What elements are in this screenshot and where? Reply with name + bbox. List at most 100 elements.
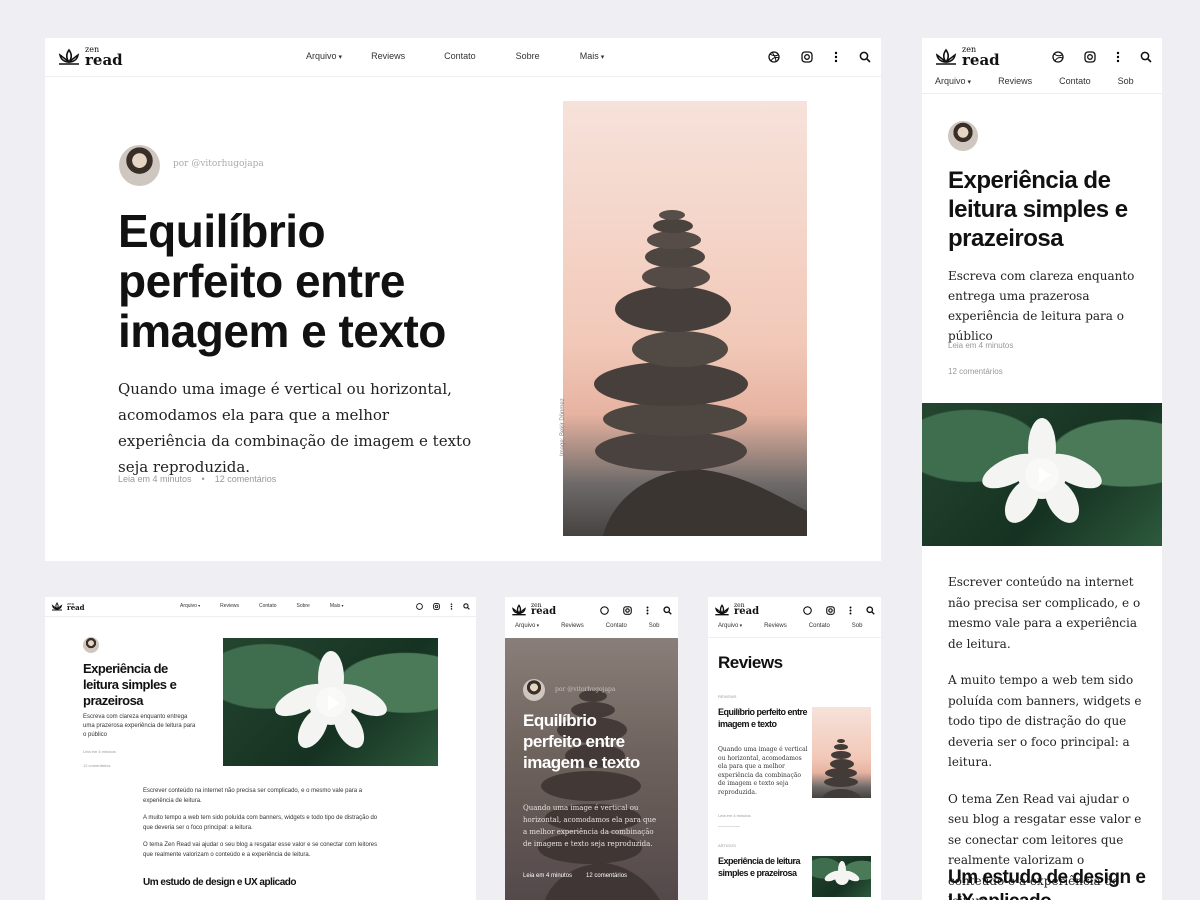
post-title[interactable]: Experiência de leitura simples e prazeir… [83,661,203,709]
mobile-article-card: zenread Arquivo Reviews Contato Sob Expe… [922,38,1162,900]
hero-excerpt: Quando uma image é vertical ou horizonta… [523,804,657,848]
hero-excerpt: Quando uma image é vertical ou horizonta… [118,380,472,476]
play-button-icon[interactable] [1025,457,1059,492]
section-heading: Um estudo de design e UX aplicado [143,877,296,888]
search-icon[interactable] [859,51,871,63]
dribbble-icon[interactable] [600,606,609,615]
read-time: Leia em 4 minutos [523,873,573,879]
search-icon[interactable] [1140,51,1152,63]
mobile-subnav: Arquivo Reviews Contato Sob [505,623,678,638]
nav-arquivo[interactable]: Arquivo [306,51,342,61]
logo[interactable]: zen read [51,601,85,611]
comments-link[interactable]: 12 comentários [215,474,277,484]
search-icon[interactable] [463,603,470,610]
search-icon[interactable] [866,606,875,615]
lotus-logo-icon [51,602,63,611]
logo[interactable]: zen read [934,46,1000,70]
play-button-icon[interactable] [315,687,346,717]
nav-arquivo[interactable]: Arquivo [935,76,971,93]
nav-contato[interactable]: Contato [606,623,627,638]
nav-contato[interactable]: Contato [259,603,277,609]
instagram-icon[interactable] [433,603,440,610]
nav-mais[interactable]: Mais [580,51,605,61]
author-avatar[interactable] [523,679,545,701]
nav-reviews[interactable]: Reviews [371,51,405,61]
video-thumbnail[interactable] [922,403,1162,546]
hero-overlay-image: por @vitorhugojapa Equilíbrio perfeito e… [505,638,678,900]
body-paragraph-2: A muito tempo a web tem sido poluída com… [948,673,1142,769]
search-icon[interactable] [663,606,672,615]
nav-contato[interactable]: Contato [809,623,830,637]
comments-link[interactable]: 12 comentários [948,367,1003,376]
dribbble-icon[interactable] [803,606,812,615]
more-vertical-icon[interactable] [834,51,838,63]
read-time: Leia em 4 minutos [948,341,1014,350]
instagram-icon[interactable] [826,606,835,615]
lotus-logo-icon [58,48,80,65]
instagram-icon[interactable] [623,606,632,615]
list-item-excerpt: Quando uma image é vertical ou horizonta… [718,746,808,796]
nav-sobre[interactable]: Sobre [516,51,540,61]
hero-title[interactable]: Equilíbrio perfeito entre imagem e texto [523,710,658,773]
mobile-overlay-card: zenread Arquivo Reviews Contato Sob por … [505,597,678,900]
post-title[interactable]: Experiência de leitura simples e prazeir… [948,166,1148,253]
nav-arquivo[interactable]: Arquivo [180,603,200,609]
list-item-thumbnail[interactable] [812,707,871,798]
nav-arquivo[interactable]: Arquivo [515,623,539,638]
nav-sobre[interactable]: Sob [1118,76,1134,93]
body-paragraph-1: Escrever conteúdo na internet não precis… [143,788,363,804]
more-vertical-icon[interactable] [849,606,852,615]
reviews-list-card: zenread Arquivo Reviews Contato Sob Revi… [708,597,881,900]
author-byline[interactable]: por @vitorhugojapa [555,686,615,693]
list-item-title[interactable]: Experiência de leitura simples e prazeir… [718,855,808,879]
instagram-icon[interactable] [1084,51,1096,63]
meta-separator: • [201,474,205,484]
more-vertical-icon[interactable] [450,603,453,610]
nav-reviews[interactable]: Reviews [998,76,1032,93]
page-title: Reviews [718,653,783,672]
more-vertical-icon[interactable] [646,606,649,615]
comments-link[interactable]: 12 comentários [83,763,110,768]
logo-bottom-text: read [531,606,557,618]
mobile-top-nav: zen read [922,38,1162,76]
author-avatar[interactable] [119,145,160,186]
dribbble-icon[interactable] [768,51,780,63]
nav-contato[interactable]: Contato [444,51,476,61]
more-vertical-icon[interactable] [1116,51,1120,63]
mobile-top-nav: zen read [708,597,881,623]
nav-reviews[interactable]: Reviews [561,623,584,638]
mobile-subnav: Arquivo Reviews Contato Sob [922,76,1162,94]
nav-contato[interactable]: Contato [1059,76,1091,93]
author-byline[interactable]: por @vitorhugojapa [173,159,264,169]
stone-stack-image [594,210,807,536]
lotus-flower-image [824,861,860,885]
logo-bottom-text: read [962,51,1000,70]
logo[interactable]: zen read [57,46,123,68]
post-excerpt: Escreva com clareza enquanto entrega uma… [83,714,196,738]
nav-sobre[interactable]: Sob [852,623,863,637]
comments-link[interactable]: 12 comentários [586,873,627,879]
nav-mais[interactable]: Mais [330,603,344,609]
stone-stack-image [822,739,862,798]
list-item-title[interactable]: Equilíbrio perfeito entre imagem e texto [718,706,808,730]
nav-sobre[interactable]: Sobre [297,603,310,609]
logo[interactable]: zen read [511,603,556,617]
author-avatar[interactable] [83,637,99,653]
image-credit: Image: Bekir Dönmez [560,398,566,456]
hero-title[interactable]: Equilíbrio perfeito entre imagem e texto [118,206,488,356]
nav-reviews[interactable]: Reviews [220,603,239,609]
category-tag[interactable]: ARTIGOS [718,843,736,848]
divider [718,826,740,827]
instagram-icon[interactable] [801,51,813,63]
list-item-thumbnail[interactable] [812,856,871,897]
nav-arquivo[interactable]: Arquivo [718,623,742,637]
nav-sobre[interactable]: Sob [649,623,660,638]
nav-reviews[interactable]: Reviews [764,623,787,637]
dribbble-icon[interactable] [1052,51,1064,63]
logo[interactable]: zen read [714,603,759,617]
category-tag[interactable]: REVIEWS [718,694,736,699]
video-thumbnail[interactable] [223,638,438,766]
desktop-article-card: zenread Arquivo Reviews Contato Sobre Ma… [45,38,881,561]
author-avatar[interactable] [948,121,978,151]
dribbble-icon[interactable] [416,603,423,610]
